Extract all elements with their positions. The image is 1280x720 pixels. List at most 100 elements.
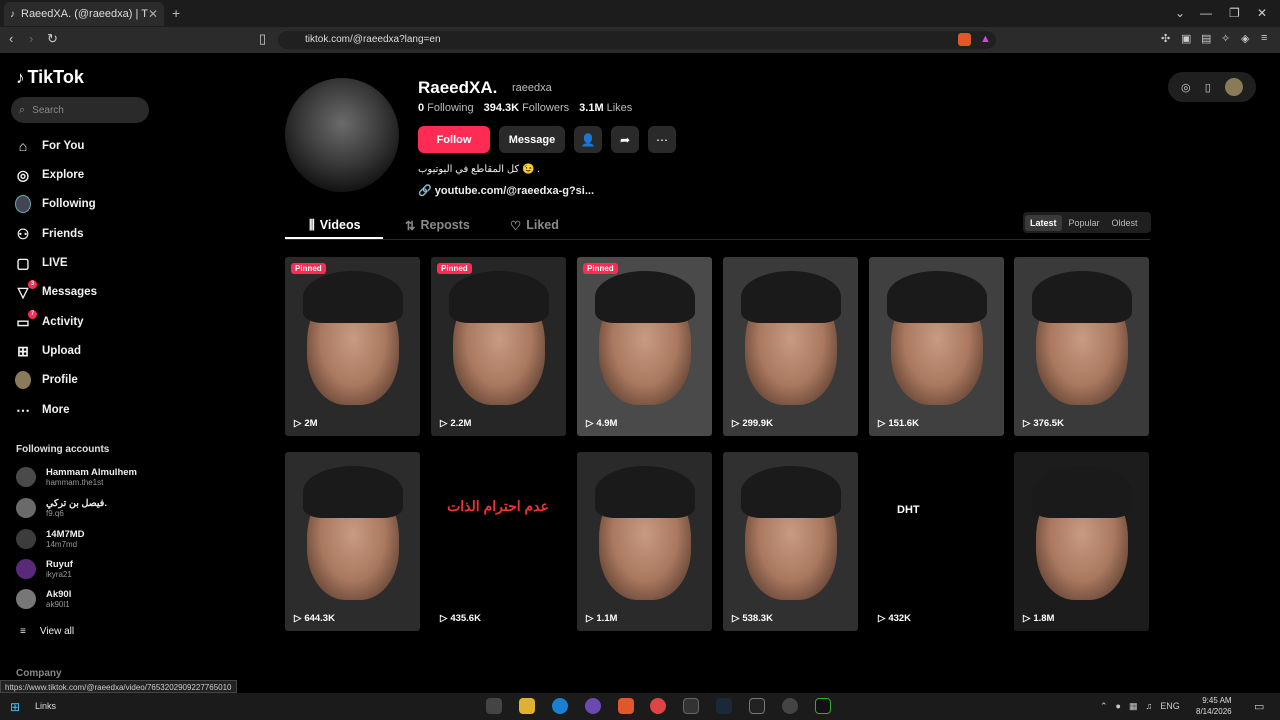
extensions-icon[interactable]: ✣ <box>1161 32 1170 45</box>
tab-reposts[interactable]: ⇅ Reposts <box>405 218 470 233</box>
network-icon[interactable]: ▦ <box>1129 701 1138 712</box>
brave-icon[interactable] <box>618 698 634 714</box>
follow-button[interactable]: Follow <box>418 126 490 153</box>
profile-avatar[interactable] <box>285 78 399 192</box>
video-card[interactable]: ▷ 644.3K <box>285 452 420 631</box>
sidebar-item-for-you[interactable]: ⌂ For You <box>15 138 85 154</box>
video-card[interactable]: ▷ 376.5K <box>1014 257 1149 436</box>
following-account[interactable]: Ak90l ak90l1 <box>16 589 71 609</box>
following-account[interactable]: Hammam Almulhem hammam.the1st <box>16 467 137 487</box>
company-link[interactable]: Company <box>16 668 62 679</box>
links-toolbar[interactable]: Links <box>35 701 56 711</box>
video-card[interactable]: ▷ 1.1M <box>577 452 712 631</box>
sidebar-toggle-icon[interactable]: ▣ <box>1181 32 1191 45</box>
view-count-text: 299.9K <box>742 418 773 429</box>
restore-icon[interactable]: ❐ <box>1229 6 1240 20</box>
tab-videos[interactable]: ⫼ Videos <box>309 218 361 233</box>
search-input[interactable]: ⌕ Search <box>11 97 149 123</box>
leo-ai-icon[interactable]: ✧ <box>1221 32 1230 45</box>
video-card[interactable]: عدم احترام الذات ▷ 435.6K <box>431 452 566 631</box>
tiktok-favicon-icon: ♪ <box>10 8 15 20</box>
video-card[interactable]: Pinned ▷ 4.9M <box>577 257 712 436</box>
edge-icon[interactable] <box>552 698 568 714</box>
close-tab-icon[interactable]: ✕ <box>148 7 158 21</box>
url-field[interactable]: tiktok.com/@raeedxa?lang=en <box>278 31 996 49</box>
sidebar-item-upload[interactable]: ⊞ Upload <box>15 343 81 359</box>
tab-liked[interactable]: ♡ Liked <box>510 218 559 233</box>
notifications-icon[interactable]: ▭ <box>1254 700 1264 713</box>
following-account[interactable]: فيصل بن تركي. f9.q6 <box>16 498 107 518</box>
browser-tab[interactable]: ♪ RaeedXA. (@raeedxa) | TikTok ✕ <box>4 2 164 26</box>
tiktok-note-icon: ♪ <box>16 67 25 87</box>
video-card[interactable]: ▷ 151.6K <box>869 257 1004 436</box>
brave-rewards-icon[interactable]: ▲ <box>980 33 991 45</box>
sidebar-item-friends[interactable]: ⚇ Friends <box>15 226 84 242</box>
followers-label: Followers <box>522 102 570 114</box>
following-count: 0 <box>418 102 425 114</box>
sidebar-item-label: Explore <box>42 169 85 181</box>
sidebar-item-live[interactable]: ▢ LIVE <box>15 255 67 271</box>
sidebar-item-explore[interactable]: ◎ Explore <box>15 167 84 183</box>
video-card[interactable]: ▷ 299.9K <box>723 257 858 436</box>
sort-latest[interactable]: Latest <box>1025 214 1062 231</box>
play-icon: ▷ <box>732 613 740 624</box>
tiktok-logo[interactable]: ♪ TikTok <box>16 67 84 88</box>
view-all-link[interactable]: ≡ View all <box>20 626 74 637</box>
view-count: ▷ 538.3K <box>732 613 773 624</box>
taskbar-clock[interactable]: 9:45 AM 8/14/2026 <box>1196 695 1232 717</box>
language-indicator[interactable]: ENG <box>1160 701 1180 712</box>
volume-icon[interactable]: ♫ <box>1146 701 1153 712</box>
close-window-icon[interactable]: ✕ <box>1257 6 1267 20</box>
sort-popular[interactable]: Popular <box>1064 215 1105 231</box>
upload-icon: ⊞ <box>17 342 29 359</box>
video-card[interactable]: Pinned ▷ 2.2M <box>431 257 566 436</box>
sidebar-item-activity[interactable]: ▭ 7 Activity <box>15 310 84 330</box>
terminal-icon[interactable] <box>683 698 699 714</box>
minimize-icon[interactable]: — <box>1200 6 1212 20</box>
following-account[interactable]: Ruyuf ikyra21 <box>16 559 73 579</box>
sort-oldest[interactable]: Oldest <box>1107 215 1143 231</box>
profile-link[interactable]: 🔗 youtube.com/@raeedxa-g?si... <box>418 184 594 197</box>
back-icon[interactable]: ‹ <box>9 31 13 46</box>
brave-shields-icon[interactable] <box>958 33 971 46</box>
bookmark-icon[interactable]: ▯ <box>259 31 266 47</box>
compass-icon[interactable]: ◎ <box>1181 81 1191 94</box>
avatar <box>16 529 36 549</box>
app-icon[interactable] <box>782 698 798 714</box>
windows-start-icon[interactable]: ⊞ <box>10 700 20 714</box>
share-button[interactable]: ➦ <box>611 126 639 153</box>
following-stat[interactable]: 0 Following <box>418 102 474 114</box>
reload-icon[interactable]: ↻ <box>47 31 58 47</box>
chevron-up-icon[interactable]: ⌃ <box>1100 701 1108 712</box>
menu-icon[interactable]: ≡ <box>1261 32 1267 44</box>
more-options-button[interactable]: ⋯ <box>648 126 676 153</box>
sidebar-item-more[interactable]: ⋯ More <box>15 402 69 418</box>
file-explorer-icon[interactable] <box>519 698 535 714</box>
app-icon[interactable] <box>749 698 765 714</box>
forward-icon[interactable]: › <box>29 31 33 46</box>
followers-stat[interactable]: 394.3K Followers <box>484 102 570 114</box>
task-view-icon[interactable] <box>486 698 502 714</box>
sidebar-item-messages[interactable]: ▽ 3 Messages <box>15 280 97 300</box>
following-account[interactable]: 14M7MD 14m7md <box>16 529 85 549</box>
new-tab-icon[interactable]: + <box>172 5 180 21</box>
video-card[interactable]: Pinned ▷ 2M <box>285 257 420 436</box>
mic-icon[interactable]: ● <box>1116 701 1121 712</box>
message-button[interactable]: Message <box>499 126 565 153</box>
user-avatar[interactable] <box>1224 78 1243 96</box>
steam-icon[interactable] <box>716 698 732 714</box>
chrome-icon[interactable] <box>650 698 666 714</box>
video-card[interactable]: ▷ 1.8M <box>1014 452 1149 631</box>
tab-list-chevron-icon[interactable]: ⌄ <box>1175 6 1185 20</box>
video-card[interactable]: DHT ▷ 432K <box>869 452 1004 631</box>
video-card[interactable]: ▷ 538.3K <box>723 452 858 631</box>
sidebar-item-following[interactable]: Following <box>15 195 96 213</box>
app-icon[interactable] <box>585 698 601 714</box>
wallet-icon[interactable]: ▤ <box>1201 32 1211 45</box>
vpn-shield-icon[interactable]: ◈ <box>1241 32 1249 45</box>
link-icon: 🔗 <box>418 185 432 197</box>
suggest-account-button[interactable]: 👤 <box>574 126 602 153</box>
phone-icon[interactable]: ▯ <box>1205 81 1211 94</box>
app-icon[interactable] <box>815 698 831 714</box>
sidebar-item-profile[interactable]: Profile <box>15 371 78 389</box>
